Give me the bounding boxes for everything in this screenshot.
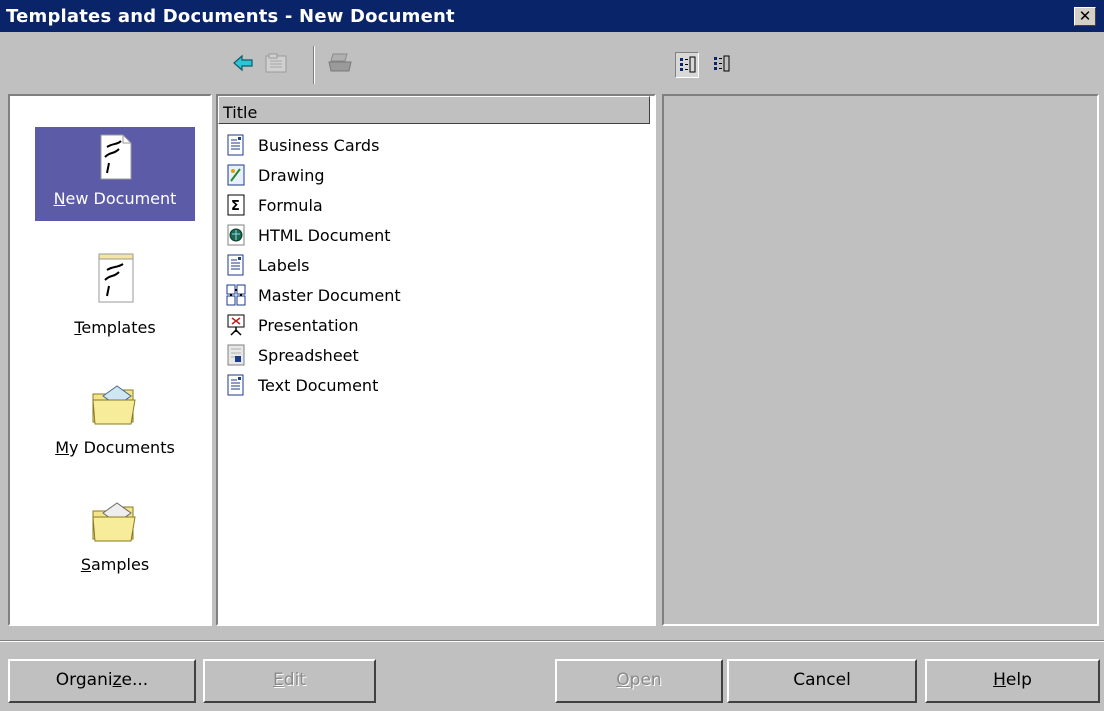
category-my-documents[interactable]: My Documents [35,382,195,476]
list-item-label: Spreadsheet [258,345,359,365]
column-header-title[interactable]: Title [218,96,650,124]
details-view-icon [714,55,730,72]
category-new-document[interactable]: New Document [35,127,195,221]
list-item[interactable]: Drawing [226,160,401,190]
svg-text:Σ: Σ [231,199,240,214]
close-button[interactable]: ✕ [1074,7,1096,26]
list-item-label: Business Cards [258,135,380,155]
folder-icon [92,385,136,425]
list-items: Business Cards Drawing Σ Formula HTML Do… [226,130,401,400]
toolbar-separator [313,46,314,84]
list-item-label: Formula [258,195,323,215]
master-document-icon [226,284,246,306]
text-document-icon [227,134,244,156]
list-item[interactable]: Master Document [226,280,401,310]
open-button[interactable]: Open [555,659,723,703]
column-header-label: Title [223,103,258,122]
folder-up-icon [265,53,287,73]
templates-icon [98,253,134,303]
details-view-button[interactable] [710,52,734,78]
list-item[interactable]: Labels [226,250,401,280]
preview-pane [662,94,1099,626]
html-document-icon [227,224,245,246]
edit-button[interactable]: Edit [203,659,376,703]
cancel-button[interactable]: Cancel [727,659,917,703]
text-document-icon [227,254,244,276]
formula-icon: Σ [227,194,245,216]
print-icon [328,53,352,72]
list-item[interactable]: Presentation [226,310,401,340]
list-item-label: Master Document [258,285,401,305]
title-bar: Templates and Documents - New Document ✕ [0,0,1104,32]
list-item[interactable]: Spreadsheet [226,340,401,370]
text-document-icon [227,374,244,396]
category-panel: New Document Templates My Documents Samp… [8,94,212,626]
category-label: Templates [74,318,156,337]
new-document-icon [100,134,132,180]
list-item-label: Presentation [258,315,359,335]
folder-icon [92,502,136,542]
list-item[interactable]: Business Cards [226,130,401,160]
list-view-icon [680,56,696,73]
category-samples[interactable]: Samples [35,499,195,593]
category-templates[interactable]: Templates [35,252,195,346]
close-icon: ✕ [1078,7,1092,25]
presentation-icon [227,314,245,336]
organize-button[interactable]: Organize... [8,659,196,703]
spreadsheet-icon [227,344,245,366]
list-item-label: HTML Document [258,225,391,245]
list-item[interactable]: HTML Document [226,220,401,250]
list-item[interactable]: Text Document [226,370,401,400]
help-button[interactable]: Help [925,659,1100,703]
list-view-button[interactable] [675,52,699,78]
category-label: New Document [53,189,177,208]
list-item-label: Labels [258,255,310,275]
template-list: Title Business Cards Drawing Σ Formula H… [216,94,656,626]
list-item-label: Drawing [258,165,325,185]
list-item[interactable]: Σ Formula [226,190,401,220]
window-title: Templates and Documents - New Document [6,6,455,27]
drawing-icon [227,164,245,186]
separator-line [0,640,1104,642]
category-label: My Documents [55,438,175,457]
back-arrow-icon[interactable] [232,53,254,73]
list-item-label: Text Document [258,375,379,395]
category-label: Samples [80,555,150,574]
